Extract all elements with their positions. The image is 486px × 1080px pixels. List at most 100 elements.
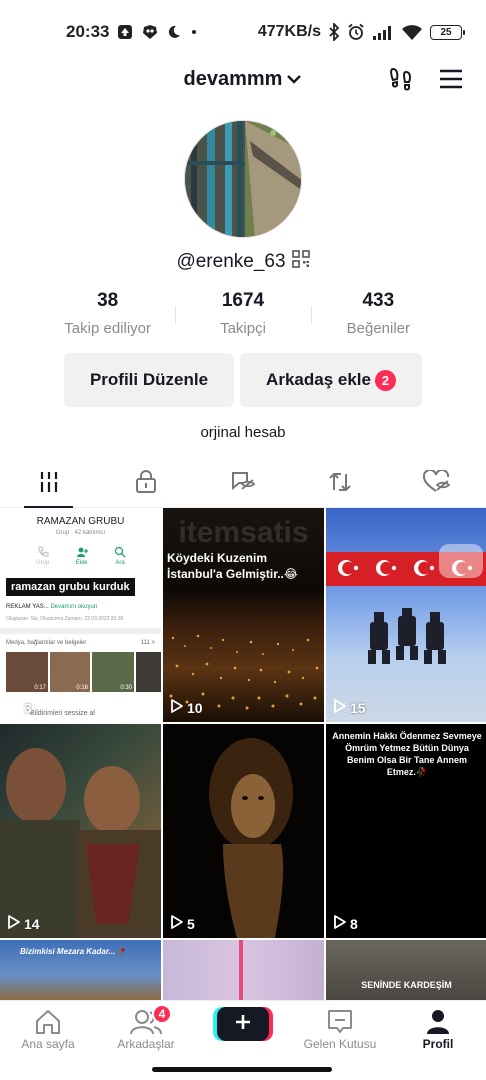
alarm-icon	[347, 23, 365, 41]
footprints-icon	[388, 66, 414, 97]
group-action-label: Ara	[115, 560, 125, 566]
profile-handle: @erenke_63	[176, 251, 286, 273]
view-count-value: 8	[350, 915, 358, 932]
play-icon	[170, 699, 183, 716]
video-thumbnail[interactable]	[163, 940, 324, 1000]
profile-actions: Profili Düzenle Arkadaş ekle 2	[64, 353, 422, 407]
network-speed: 477KB/s	[257, 23, 321, 40]
light-streak	[239, 940, 243, 1000]
stat-followers[interactable]: 1674 Takipçi	[175, 290, 310, 337]
tab-liked[interactable]	[389, 462, 486, 507]
stat-likes[interactable]: 433 Beğeniler	[310, 290, 446, 337]
stat-following-label: Takip ediliyor	[64, 320, 152, 337]
watermark: itemsatis	[178, 516, 309, 549]
nav-home[interactable]: Ana sayfa	[0, 1007, 96, 1051]
view-count: 10	[170, 699, 203, 716]
nav-profile-label: Profil	[422, 1037, 454, 1051]
media-thumb: 0:30	[92, 652, 134, 692]
video-thumbnail[interactable]: RAMAZAN GRUBU Grup · 42 katılımcı Grup E…	[0, 508, 161, 722]
profile-avatar[interactable]	[184, 120, 302, 238]
footprints-button[interactable]	[386, 66, 416, 96]
home-indicator	[152, 1067, 332, 1072]
add-friend-badge: 2	[374, 369, 396, 391]
media-count: 111 >	[140, 640, 155, 646]
nav-friends-label: Arkadaşlar	[117, 1037, 175, 1051]
view-count: 15	[333, 699, 366, 716]
view-count: 8	[333, 915, 358, 932]
video-caption: Köydeki Kuzenim İstanbul'a Gelmiştir..😂	[167, 551, 298, 581]
view-count: 14	[7, 915, 40, 932]
add-friend-label: Arkadaş ekle	[266, 370, 371, 389]
view-count-value: 5	[187, 915, 195, 932]
menu-button[interactable]	[436, 66, 466, 96]
wifi-icon	[401, 24, 423, 40]
video-thumbnail[interactable]: 14	[0, 724, 161, 938]
status-time: 20:33	[66, 22, 110, 41]
video-caption: Annemin Hakkı Ödenmez Sevmeye Ömrüm Yetm…	[332, 731, 482, 777]
profile-bio: orjinal hesab	[200, 424, 286, 441]
media-thumb: 0:16	[50, 652, 90, 692]
play-icon	[7, 699, 20, 716]
phone-icon	[38, 546, 49, 557]
qr-code-icon[interactable]	[291, 250, 310, 274]
group-action-label: Grup	[36, 560, 50, 566]
video-thumbnail[interactable]: SENİNDE KARDEŞİM	[326, 940, 486, 1000]
add-friend-button[interactable]: Arkadaş ekle 2	[240, 353, 422, 407]
home-icon	[0, 1007, 96, 1037]
nav-profile[interactable]: Profil	[390, 1007, 486, 1051]
lock-icon	[135, 470, 157, 499]
create-button[interactable]	[217, 1007, 269, 1041]
upload-notification-icon	[117, 24, 133, 40]
movie-scene-graphic	[0, 748, 161, 938]
play-icon	[7, 915, 20, 932]
add-person-icon	[76, 547, 88, 557]
tab-reposts[interactable]	[292, 462, 389, 507]
divider	[0, 628, 161, 634]
view-count-value: 15	[350, 699, 366, 716]
search-icon	[114, 546, 126, 558]
tab-reposts-hidden[interactable]	[194, 462, 291, 507]
tab-videos[interactable]	[0, 462, 97, 508]
inbox-icon	[292, 1007, 388, 1037]
video-thumbnail[interactable]: 5	[163, 724, 324, 938]
stat-following[interactable]: 38 Takip ediliyor	[40, 290, 175, 337]
edit-profile-button[interactable]: Profili Düzenle	[64, 353, 234, 407]
group-desc-text: REKLAM YAS...	[6, 604, 49, 610]
group-action-call: Grup	[36, 546, 49, 566]
battery-level: 25	[440, 26, 452, 38]
video-thumbnail[interactable]: Annemin Hakkı Ödenmez Sevmeye Ömrüm Yetm…	[326, 724, 486, 938]
group-actions: Grup Ekle Ara	[36, 546, 126, 566]
video-caption: Bizimkisi Mezara Kadar...🥀	[20, 947, 126, 956]
media-label: Medya, bağlantılar ve belgeler	[6, 640, 87, 646]
hidden-posts-icon	[230, 470, 256, 499]
nav-home-label: Ana sayfa	[21, 1037, 75, 1051]
chevron-down-icon	[286, 68, 302, 91]
play-icon	[170, 915, 183, 932]
video-thumbnail[interactable]: Bizimkisi Mezara Kadar...🥀	[0, 940, 161, 1000]
group-action-search: Ara	[114, 546, 126, 566]
dot-icon	[189, 27, 199, 37]
stat-followers-label: Takipçi	[220, 320, 266, 337]
media-duration: 0:16	[76, 685, 88, 691]
group-action-label: Ekle	[75, 560, 88, 566]
nav-friends[interactable]: Arkadaşlar 4	[98, 1004, 194, 1051]
stat-followers-value: 1674	[221, 290, 265, 311]
group-action-add: Ekle	[76, 546, 88, 566]
friends-badge: 4	[152, 1004, 172, 1024]
app-notification-icon	[141, 24, 159, 40]
view-count: 3	[7, 699, 32, 716]
tab-private[interactable]	[97, 462, 194, 507]
video-thumbnail[interactable]: itemsatis Köydeki Kuzenim İstanbul'a Gel…	[163, 508, 324, 722]
hamburger-menu-icon	[438, 68, 464, 95]
play-icon	[333, 699, 346, 716]
bottom-navigation: Ana sayfa Arkadaşlar 4 Gelen Kutusu Prof…	[0, 1000, 486, 1080]
signal-icon	[372, 24, 394, 40]
video-thumbnail[interactable]: 15	[326, 508, 486, 722]
group-title: RAMAZAN GRUBU	[36, 516, 125, 527]
stat-following-value: 38	[97, 290, 119, 311]
nav-inbox[interactable]: Gelen Kutusu	[292, 1007, 388, 1051]
repost-icon	[327, 470, 353, 499]
overlay-sticker	[439, 544, 483, 578]
view-count: 5	[170, 915, 195, 932]
view-count-value: 3	[24, 699, 32, 716]
